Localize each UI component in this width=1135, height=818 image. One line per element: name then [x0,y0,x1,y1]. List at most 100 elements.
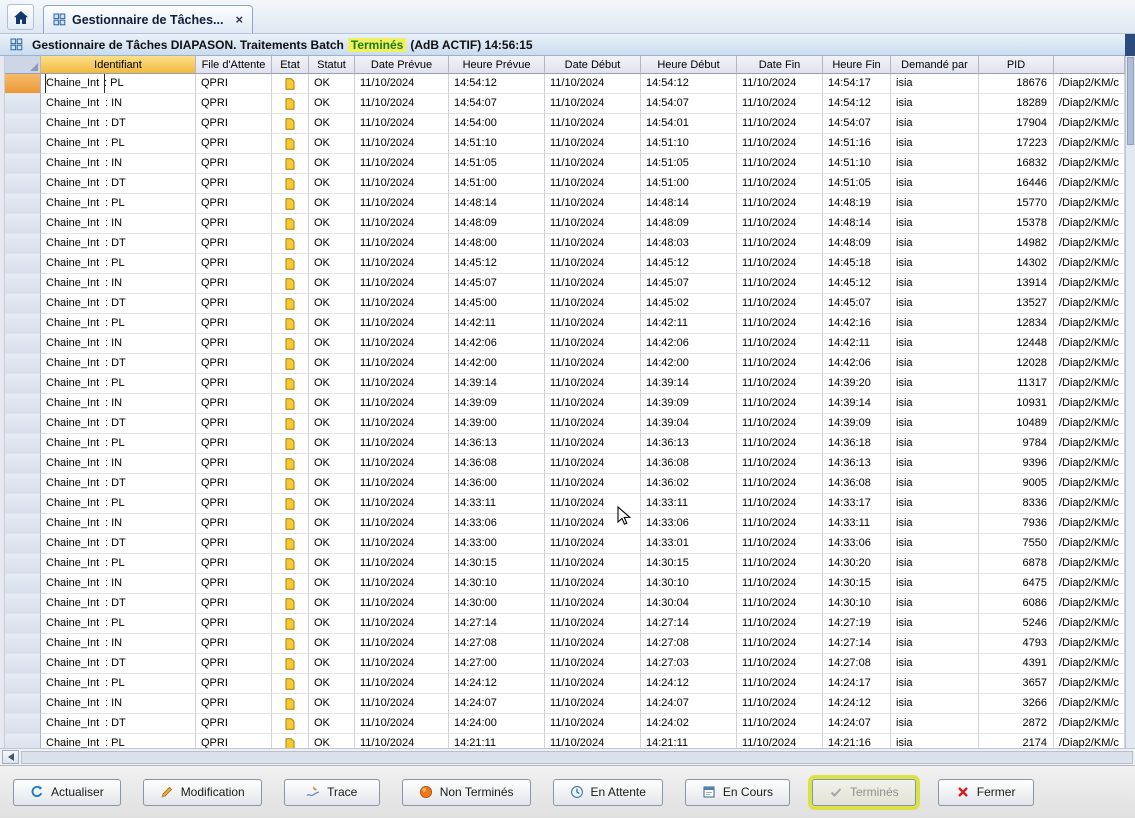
cell-heure-debut[interactable]: 14:51:00 [641,174,737,194]
cell-statut[interactable]: OK [309,114,355,134]
cell-heure-fin[interactable]: 14:36:18 [823,434,891,454]
cell-date-fin[interactable]: 11/10/2024 [737,354,823,374]
cell-date-fin[interactable]: 11/10/2024 [737,154,823,174]
cell-date-debut[interactable]: 11/10/2024 [545,74,641,94]
cell-path[interactable]: /Diap2/KM/c [1054,414,1125,434]
cell-pid[interactable]: 11317 [979,374,1054,394]
cell-identifiant[interactable]: Chaine_Int: IN [41,214,196,234]
cell-file-attente[interactable]: QPRI [196,174,272,194]
cell-identifiant[interactable]: Chaine_Int: PL [41,554,196,574]
cell-path[interactable]: /Diap2/KM/c [1054,674,1125,694]
cell-pid[interactable]: 17904 [979,114,1054,134]
cell-date-fin[interactable]: 11/10/2024 [737,654,823,674]
cell-date-prevue[interactable]: 11/10/2024 [355,674,449,694]
cell-heure-debut[interactable]: 14:36:13 [641,434,737,454]
table-row[interactable]: Chaine_Int: DTQPRIOK11/10/202414:45:0011… [5,294,1125,314]
row-selector[interactable] [5,134,41,154]
cell-identifiant[interactable]: Chaine_Int: PL [41,734,196,748]
column-header-date-pr-vue[interactable]: Date Prévue [355,56,449,74]
cell-path[interactable]: /Diap2/KM/c [1054,214,1125,234]
cell-heure-debut[interactable]: 14:33:06 [641,514,737,534]
cell-file-attente[interactable]: QPRI [196,354,272,374]
row-selector[interactable] [5,554,41,574]
table-row[interactable]: Chaine_Int: DTQPRIOK11/10/202414:54:0011… [5,114,1125,134]
cell-identifiant[interactable]: Chaine_Int: DT [41,414,196,434]
cell-date-prevue[interactable]: 11/10/2024 [355,254,449,274]
cell-demande-par[interactable]: isia [891,654,979,674]
cell-pid[interactable]: 8336 [979,494,1054,514]
cell-demande-par[interactable]: isia [891,194,979,214]
cell-file-attente[interactable]: QPRI [196,514,272,534]
cell-file-attente[interactable]: QPRI [196,694,272,714]
row-selector[interactable] [5,234,41,254]
table-row[interactable]: Chaine_Int: PLQPRIOK11/10/202414:27:1411… [5,614,1125,634]
cell-date-fin[interactable]: 11/10/2024 [737,194,823,214]
cell-etat[interactable] [272,114,309,134]
cell-file-attente[interactable]: QPRI [196,74,272,94]
cell-date-fin[interactable]: 11/10/2024 [737,394,823,414]
cell-date-prevue[interactable]: 11/10/2024 [355,374,449,394]
cell-date-prevue[interactable]: 11/10/2024 [355,314,449,334]
row-selector[interactable] [5,314,41,334]
row-selector[interactable] [5,194,41,214]
cell-etat[interactable] [272,614,309,634]
cell-path[interactable]: /Diap2/KM/c [1054,694,1125,714]
cell-identifiant[interactable]: Chaine_Int: IN [41,574,196,594]
cell-demande-par[interactable]: isia [891,534,979,554]
cell-heure-prevue[interactable]: 14:54:00 [449,114,545,134]
cell-date-debut[interactable]: 11/10/2024 [545,154,641,174]
cell-statut[interactable]: OK [309,434,355,454]
cell-identifiant[interactable]: Chaine_Int: IN [41,334,196,354]
table-row[interactable]: Chaine_Int: PLQPRIOK11/10/202414:48:1411… [5,194,1125,214]
cell-date-fin[interactable]: 11/10/2024 [737,474,823,494]
cell-date-fin[interactable]: 11/10/2024 [737,494,823,514]
cell-path[interactable]: /Diap2/KM/c [1054,194,1125,214]
table-row[interactable]: Chaine_Int: DTQPRIOK11/10/202414:30:0011… [5,594,1125,614]
cell-heure-prevue[interactable]: 14:30:15 [449,554,545,574]
cell-demande-par[interactable]: isia [891,94,979,114]
cell-date-prevue[interactable]: 11/10/2024 [355,454,449,474]
cell-date-debut[interactable]: 11/10/2024 [545,534,641,554]
cell-statut[interactable]: OK [309,354,355,374]
cell-heure-fin[interactable]: 14:45:07 [823,294,891,314]
cell-demande-par[interactable]: isia [891,374,979,394]
table-row[interactable]: Chaine_Int: INQPRIOK11/10/202414:24:0711… [5,694,1125,714]
cell-etat[interactable] [272,74,309,94]
cell-heure-fin[interactable]: 14:39:14 [823,394,891,414]
cell-demande-par[interactable]: isia [891,494,979,514]
cell-heure-debut[interactable]: 14:39:04 [641,414,737,434]
cell-heure-prevue[interactable]: 14:42:00 [449,354,545,374]
cell-heure-prevue[interactable]: 14:48:09 [449,214,545,234]
cell-heure-prevue[interactable]: 14:30:00 [449,594,545,614]
cell-heure-prevue[interactable]: 14:45:00 [449,294,545,314]
cell-date-fin[interactable]: 11/10/2024 [737,434,823,454]
cell-file-attente[interactable]: QPRI [196,654,272,674]
row-selector[interactable] [5,354,41,374]
cell-date-fin[interactable]: 11/10/2024 [737,114,823,134]
row-selector[interactable] [5,74,41,94]
cell-date-prevue[interactable]: 11/10/2024 [355,494,449,514]
cell-statut[interactable]: OK [309,634,355,654]
cell-file-attente[interactable]: QPRI [196,234,272,254]
cell-heure-fin[interactable]: 14:48:14 [823,214,891,234]
cell-heure-prevue[interactable]: 14:48:14 [449,194,545,214]
cell-etat[interactable] [272,94,309,114]
cell-date-fin[interactable]: 11/10/2024 [737,734,823,748]
cell-demande-par[interactable]: isia [891,174,979,194]
tab-close-icon[interactable]: × [235,12,243,27]
table-row[interactable]: Chaine_Int: INQPRIOK11/10/202414:51:0511… [5,154,1125,174]
cell-pid[interactable]: 4793 [979,634,1054,654]
cell-etat[interactable] [272,554,309,574]
cell-heure-prevue[interactable]: 14:51:00 [449,174,545,194]
cell-heure-debut[interactable]: 14:54:01 [641,114,737,134]
cell-pid[interactable]: 2174 [979,734,1054,748]
row-selector[interactable] [5,394,41,414]
cell-statut[interactable]: OK [309,574,355,594]
cell-etat[interactable] [272,374,309,394]
cell-date-debut[interactable]: 11/10/2024 [545,714,641,734]
cell-heure-prevue[interactable]: 14:24:12 [449,674,545,694]
cell-date-prevue[interactable]: 11/10/2024 [355,534,449,554]
row-selector[interactable] [5,254,41,274]
cell-date-prevue[interactable]: 11/10/2024 [355,414,449,434]
table-row[interactable]: Chaine_Int: INQPRIOK11/10/202414:33:0611… [5,514,1125,534]
